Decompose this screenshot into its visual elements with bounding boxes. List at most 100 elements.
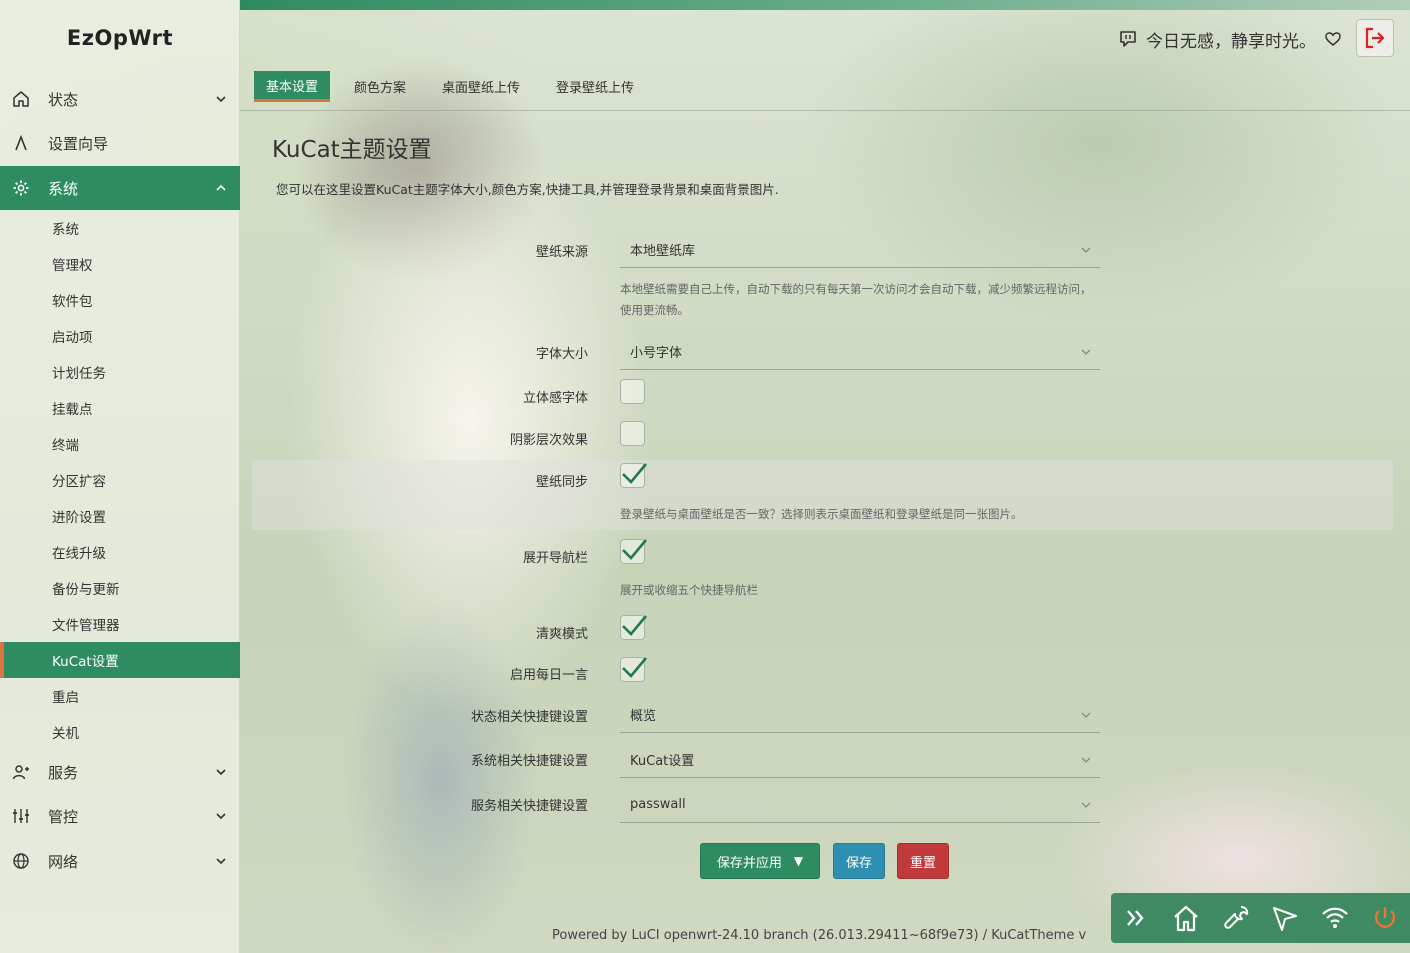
wizard-icon	[12, 134, 30, 152]
save-button[interactable]: 保存	[833, 843, 885, 879]
user-plus-icon	[12, 763, 30, 781]
sidebar-item-network[interactable]: 网络	[0, 839, 240, 883]
sidebar-item-setup-wizard[interactable]: 设置向导	[0, 121, 240, 165]
select-value: passwall	[630, 797, 686, 812]
font-size-label: 字体大小	[535, 347, 588, 362]
chevron-down-icon	[216, 813, 226, 820]
status-shortcut-label: 状态相关快捷键设置	[470, 710, 588, 725]
sidebar-subitem-label: KuCat设置	[52, 654, 119, 670]
reset-button[interactable]: 重置	[897, 843, 949, 879]
tab-bar: 基本设置 颜色方案 桌面壁纸上传 登录壁纸上传	[254, 71, 658, 103]
sidebar-subitem-mounts[interactable]: 挂载点	[0, 390, 240, 426]
chevron-down-icon	[1081, 349, 1091, 355]
quickbar-settings-button[interactable]	[1211, 893, 1261, 943]
shadow-effect-checkbox[interactable]	[620, 421, 645, 446]
sidebar-subitem-label: 启动项	[52, 330, 93, 346]
quick-toolbar	[1111, 893, 1410, 943]
tab-color-scheme[interactable]: 颜色方案	[342, 71, 418, 102]
sidebar-subitem-label: 分区扩容	[52, 474, 106, 490]
sidebar-item-label: 设置向导	[48, 134, 109, 153]
wifi-icon	[1322, 907, 1348, 928]
tabs-divider	[240, 110, 1410, 111]
sidebar-subitem-reboot[interactable]: 重启	[0, 678, 240, 714]
sidebar-subitem-filemanager[interactable]: 文件管理器	[0, 606, 240, 642]
sidebar-subitem-label: 软件包	[52, 294, 93, 310]
quickbar-toggle-button[interactable]	[1111, 893, 1161, 943]
motto-text: 今日无感，静享时光。	[1146, 31, 1316, 52]
quickbar-power-button[interactable]	[1360, 893, 1410, 943]
sidebar: EzOpWrt 状态 设置向导 系统 系统 管理权 软件包 启动项 计划任务 挂…	[0, 0, 240, 953]
sidebar-subitem-packages[interactable]: 软件包	[0, 282, 240, 318]
sidebar-subitem-terminal[interactable]: 终端	[0, 426, 240, 462]
chevron-down-icon	[1081, 802, 1091, 808]
chat-bubble-icon	[1120, 31, 1136, 47]
dropdown-caret-icon[interactable]: ▼	[794, 854, 803, 868]
sidebar-subitem-label: 挂载点	[52, 402, 93, 418]
sidebar-subitem-partexp[interactable]: 分区扩容	[0, 462, 240, 498]
wallpaper-source-select[interactable]: 本地壁纸库	[620, 232, 1100, 268]
sidebar-item-system[interactable]: 系统	[0, 166, 240, 210]
tab-basic-settings[interactable]: 基本设置	[254, 71, 331, 102]
brand-logo[interactable]: EzOpWrt	[0, 26, 240, 50]
expand-nav-hint: 展开或收缩五个快捷导航栏	[620, 583, 758, 597]
sidebar-item-control[interactable]: 管控	[0, 794, 240, 838]
sidebar-subitem-advanced[interactable]: 进阶设置	[0, 498, 240, 534]
chevron-down-icon	[216, 96, 226, 103]
quickbar-home-button[interactable]	[1161, 893, 1211, 943]
sidebar-subitem-label: 系统	[52, 222, 79, 238]
font-3d-checkbox[interactable]	[620, 379, 645, 404]
clean-mode-checkbox[interactable]	[620, 615, 647, 640]
heart-icon[interactable]	[1324, 30, 1342, 48]
clean-mode-label: 清爽模式	[535, 627, 588, 642]
quickbar-send-button[interactable]	[1260, 893, 1310, 943]
quickbar-wifi-button[interactable]	[1310, 893, 1360, 943]
sidebar-item-services[interactable]: 服务	[0, 750, 240, 794]
font-size-select[interactable]: 小号字体	[620, 334, 1100, 370]
logout-button[interactable]	[1356, 19, 1394, 57]
chevron-down-icon	[1081, 757, 1091, 763]
sidebar-subitem-label: 进阶设置	[52, 510, 106, 526]
power-icon	[1374, 907, 1396, 929]
sidebar-subitem-crontab[interactable]: 计划任务	[0, 354, 240, 390]
checkmark-icon	[622, 657, 647, 678]
wallpaper-source-label: 壁纸来源	[535, 245, 588, 260]
sidebar-item-label: 网络	[48, 852, 79, 871]
sidebar-subitem-label: 在线升级	[52, 546, 106, 562]
sidebar-subitem-backup[interactable]: 备份与更新	[0, 570, 240, 606]
status-shortcut-select[interactable]: 概览	[620, 697, 1100, 733]
double-chevron-right-icon	[1126, 910, 1144, 926]
system-shortcut-select[interactable]: KuCat设置	[620, 742, 1100, 778]
page-description: 您可以在这里设置KuCat主题字体大小,颜色方案,快捷工具,并管理登录背景和桌面…	[276, 182, 779, 197]
tab-desktop-wallpaper-upload[interactable]: 桌面壁纸上传	[430, 71, 532, 102]
sidebar-subitem-startup[interactable]: 启动项	[0, 318, 240, 354]
sidebar-subitem-system[interactable]: 系统	[0, 210, 240, 246]
sidebar-subitem-kucat[interactable]: KuCat设置	[0, 642, 240, 678]
page-title: KuCat主题设置	[272, 137, 432, 163]
sidebar-subitem-label: 重启	[52, 690, 79, 706]
checkmark-icon	[622, 615, 647, 636]
expand-nav-checkbox[interactable]	[620, 539, 647, 564]
tab-login-wallpaper-upload[interactable]: 登录壁纸上传	[544, 71, 646, 102]
wrench-icon	[1223, 906, 1248, 929]
globe-icon	[12, 852, 30, 870]
daily-quote-label: 启用每日一言	[509, 668, 588, 683]
sidebar-subitem-admin[interactable]: 管理权	[0, 246, 240, 282]
sidebar-subitem-upgrade[interactable]: 在线升级	[0, 534, 240, 570]
sidebar-item-label: 系统	[48, 179, 79, 198]
sidebar-item-label: 服务	[48, 763, 79, 782]
sidebar-subitem-poweroff[interactable]: 关机	[0, 714, 240, 750]
wallpaper-sync-checkbox[interactable]	[620, 463, 647, 488]
daily-quote-checkbox[interactable]	[620, 657, 647, 682]
sidebar-subitem-label: 关机	[52, 726, 79, 742]
chevron-down-icon	[216, 769, 226, 776]
save-apply-button[interactable]: 保存并应用 ▼	[700, 843, 820, 879]
sidebar-item-status[interactable]: 状态	[0, 77, 240, 121]
save-apply-label: 保存并应用	[716, 855, 782, 871]
checkmark-icon	[622, 463, 647, 484]
service-shortcut-select[interactable]: passwall	[620, 787, 1100, 823]
sidebar-subitem-label: 备份与更新	[52, 582, 120, 598]
footer-text: Powered by LuCI openwrt-24.10 branch (26…	[552, 928, 1087, 943]
select-value: KuCat设置	[630, 754, 695, 769]
select-value: 小号字体	[630, 346, 683, 361]
home-icon	[1173, 905, 1198, 932]
